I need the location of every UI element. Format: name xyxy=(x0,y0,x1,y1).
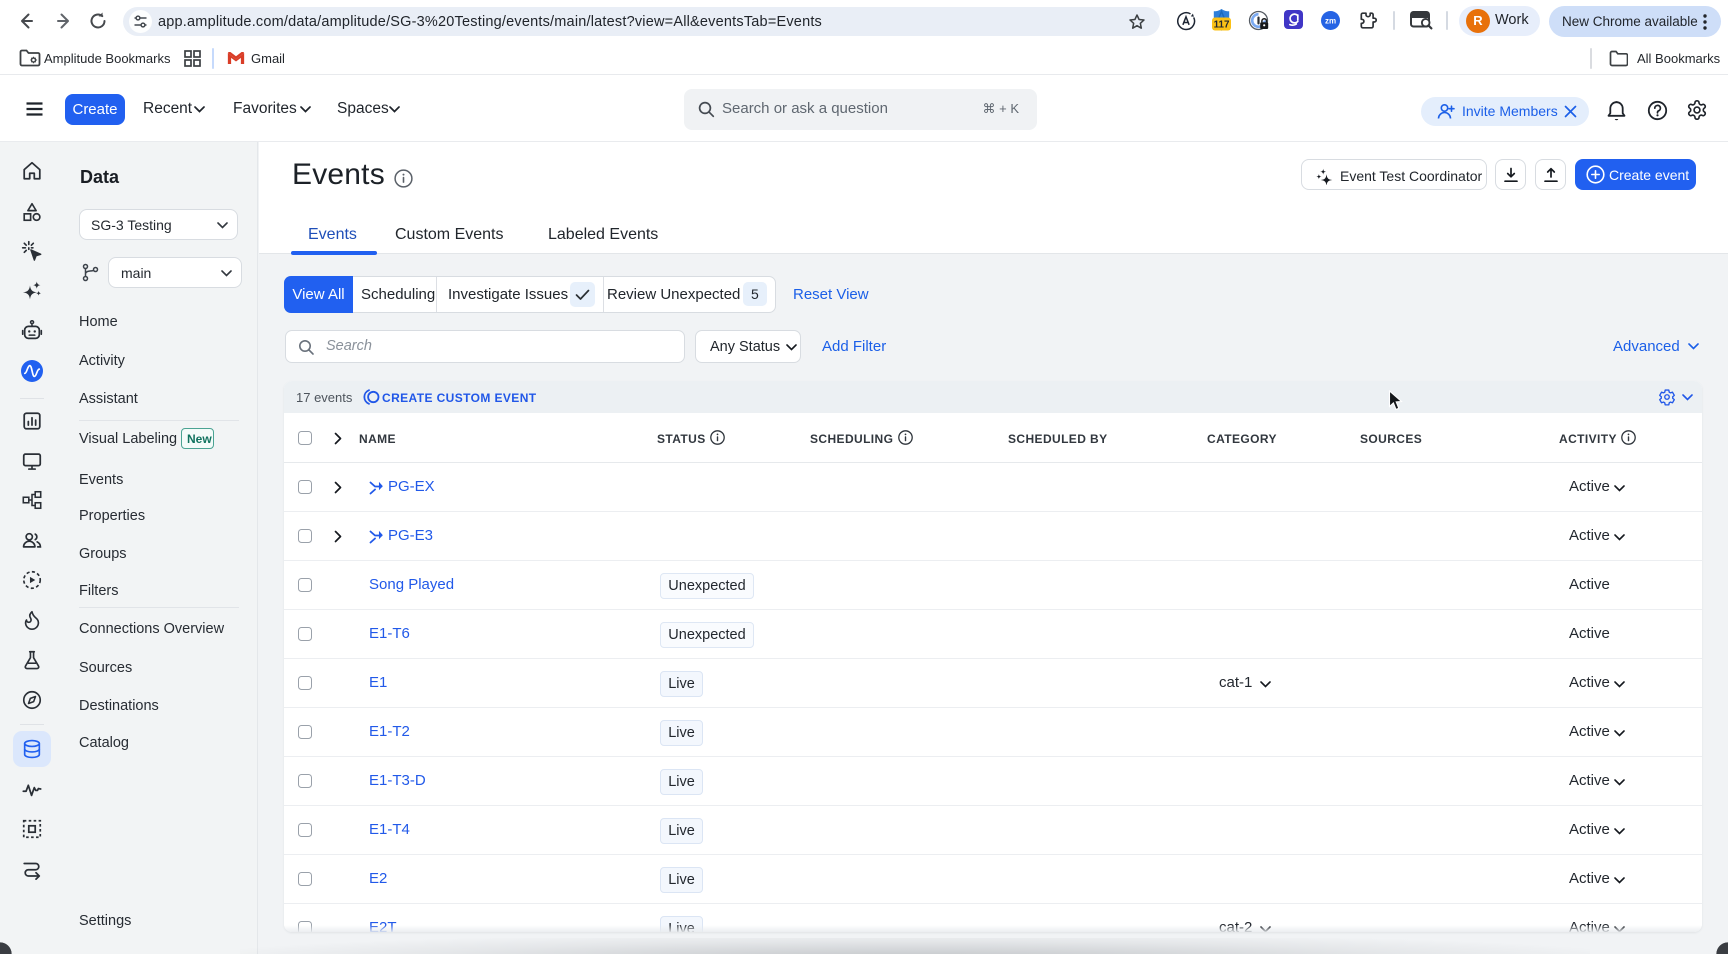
svg-text:zm: zm xyxy=(1325,17,1336,26)
svg-text:117: 117 xyxy=(1214,20,1230,31)
